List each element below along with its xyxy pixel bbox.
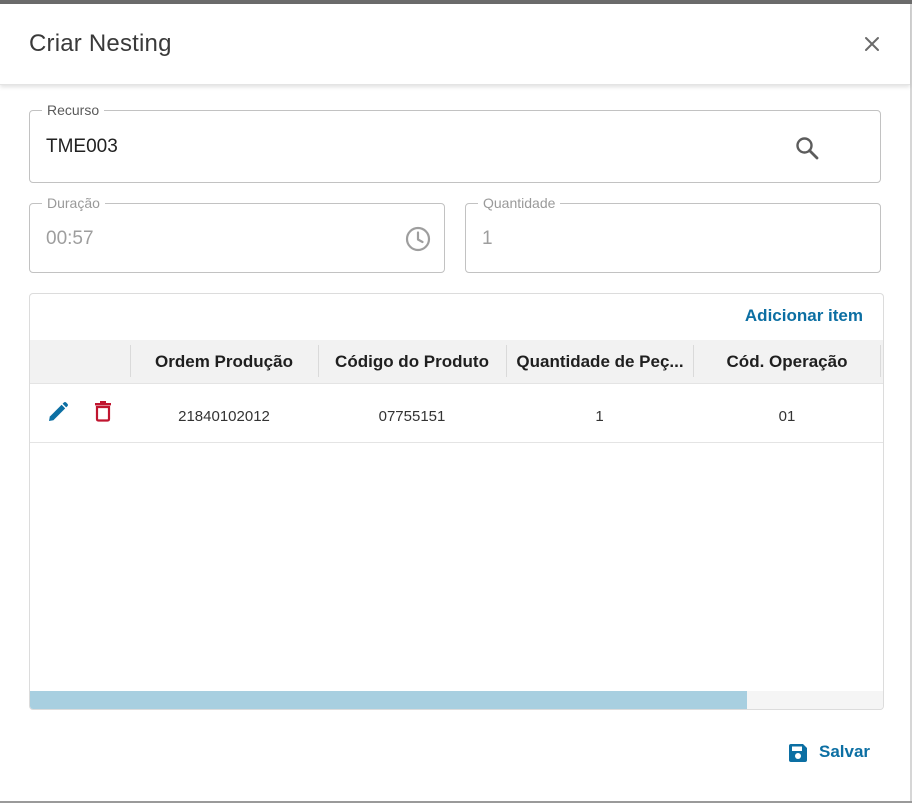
- close-icon[interactable]: [858, 30, 886, 58]
- duracao-field: Duração 00:57: [29, 194, 445, 273]
- duracao-label: Duração: [42, 194, 105, 212]
- cell-codigo-produto: 07755151: [378, 408, 446, 425]
- create-nesting-dialog: Criar Nesting Recurso TME003 Duração 00:…: [0, 0, 912, 803]
- duracao-value: 00:57: [46, 228, 94, 249]
- save-label: Salvar: [819, 742, 871, 761]
- quantidade-label: Quantidade: [478, 194, 561, 212]
- delete-icon[interactable]: [92, 400, 114, 424]
- column-header-cod-operacao[interactable]: Cód. Operação: [693, 340, 881, 383]
- add-item-button[interactable]: Adicionar item: [745, 306, 863, 326]
- save-icon: [787, 742, 809, 764]
- column-header-ordem-producao[interactable]: Ordem Produção: [130, 340, 318, 383]
- dialog-header: Criar Nesting: [0, 4, 910, 85]
- cell-quantidade-pecas: 1: [595, 408, 604, 425]
- column-separator[interactable]: [880, 345, 881, 377]
- horizontal-scrollbar[interactable]: [30, 691, 883, 709]
- scrollbar-thumb[interactable]: [30, 691, 747, 709]
- cell-cod-operacao: 01: [778, 408, 796, 425]
- dialog-title: Criar Nesting: [29, 30, 172, 57]
- recurso-label: Recurso: [42, 101, 105, 119]
- quantidade-field: Quantidade 1: [465, 194, 881, 273]
- quantidade-value: 1: [482, 228, 493, 249]
- search-icon[interactable]: [794, 135, 820, 161]
- recurso-field[interactable]: Recurso TME003: [29, 101, 881, 183]
- column-separator[interactable]: [506, 345, 507, 377]
- table-row: 21840102012 07755151 1 01: [30, 384, 883, 443]
- cell-ordem-producao: 21840102012: [178, 408, 270, 425]
- items-grid: Adicionar item Ordem Produção Código do …: [29, 293, 884, 710]
- column-header-codigo-produto[interactable]: Código do Produto: [318, 340, 506, 383]
- edit-icon[interactable]: [46, 400, 70, 424]
- column-header-quantidade-pecas[interactable]: Quantidade de Peç...: [512, 340, 688, 383]
- recurso-value: TME003: [46, 136, 118, 157]
- grid-header: Ordem Produção Código do Produto Quantid…: [30, 340, 883, 384]
- clock-icon: [404, 225, 432, 253]
